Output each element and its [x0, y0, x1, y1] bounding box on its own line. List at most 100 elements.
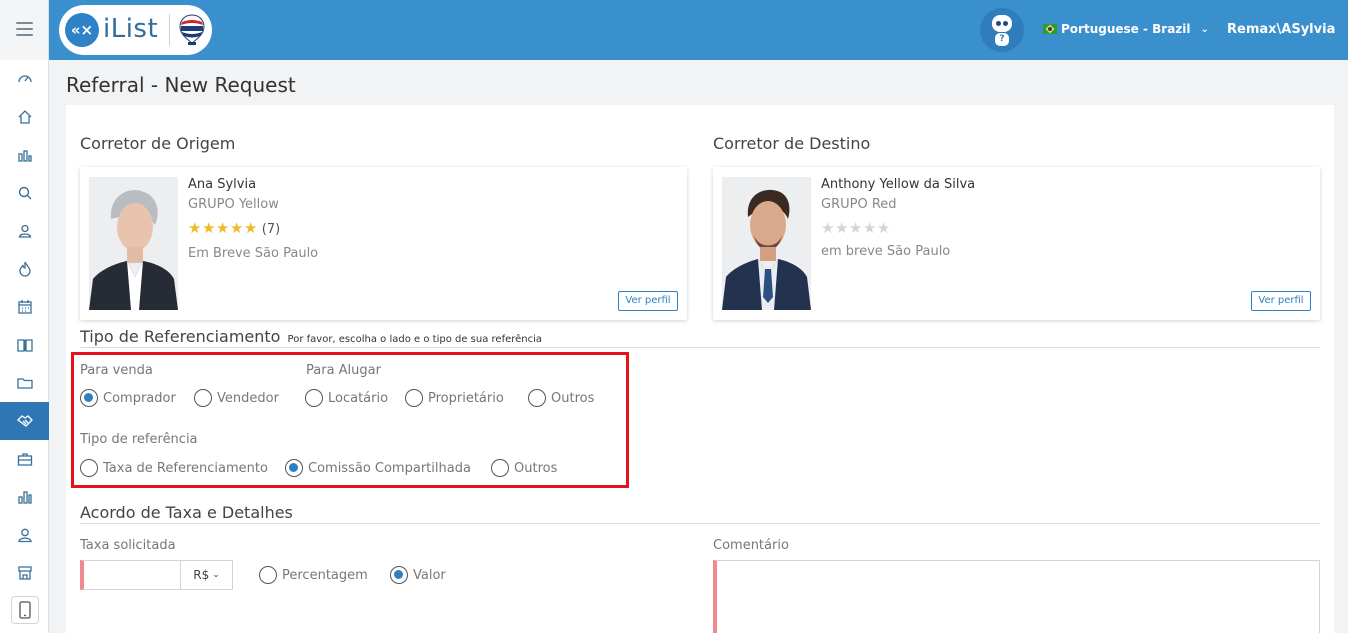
origin-agent-location: Em Breve São Paulo [188, 246, 319, 261]
star-icon: ★ [188, 219, 202, 237]
radio-dot [305, 389, 323, 407]
radio-vendedor[interactable]: Vendedor [194, 389, 279, 407]
origin-section-title: Corretor de Origem [80, 134, 236, 153]
radio-label: Taxa de Referenciamento [103, 460, 268, 476]
destination-agent-location: em breve São Paulo [821, 244, 951, 259]
radio-dot [390, 566, 408, 584]
star-icon: ★ [243, 219, 258, 237]
comment-label: Comentário [713, 538, 789, 553]
sidebar-item-files[interactable] [0, 364, 49, 402]
comment-textarea[interactable] [713, 560, 1320, 633]
destination-agent-rating: ★★★★★ [821, 219, 891, 237]
hamburger-icon [16, 22, 33, 40]
radio-comissao-compartilhada[interactable]: Comissão Compartilhada [285, 459, 471, 477]
sidebar-item-profile[interactable] [0, 516, 49, 554]
sidebar-item-contacts[interactable] [0, 212, 49, 250]
star-icon: ★ [848, 219, 863, 237]
user-icon [17, 528, 32, 543]
handshake-icon [16, 415, 33, 427]
destination-view-profile-button[interactable]: Ver perfil [1251, 291, 1311, 311]
referral-kind-label: Tipo de referência [80, 432, 198, 447]
destination-agent-photo [722, 177, 811, 310]
referral-type-title: Tipo de Referenciamento [80, 327, 281, 346]
requested-fee-label: Taxa solicitada [80, 538, 176, 553]
radio-locatario[interactable]: Locatário [305, 389, 388, 407]
radio-dot [405, 389, 423, 407]
radio-valor[interactable]: Valor [390, 566, 446, 584]
divider [80, 523, 1320, 524]
sidebar-item-home[interactable] [0, 98, 49, 136]
radio-label: Vendedor [217, 390, 279, 406]
radio-outros-side[interactable]: Outros [528, 389, 594, 407]
radio-proprietario[interactable]: Proprietário [405, 389, 504, 407]
star-icon: ★ [876, 219, 891, 237]
robot-eye [996, 21, 1001, 26]
briefcase-icon [17, 453, 32, 466]
sidebar-item-stats[interactable] [0, 478, 49, 516]
origin-agent-card: Ana Sylvia GRUPO Yellow ★★★★★ (7) Em Brev… [80, 167, 687, 320]
radio-label: Comissão Compartilhada [308, 460, 471, 476]
requested-fee-input[interactable] [80, 560, 181, 590]
sidebar-item-library[interactable] [0, 326, 49, 364]
sidebar [0, 60, 49, 633]
home-icon [18, 110, 31, 124]
radio-label: Outros [551, 390, 595, 406]
sidebar-item-leads[interactable] [0, 250, 49, 288]
menu-toggle[interactable] [0, 0, 49, 60]
sidebar-item-referrals[interactable] [0, 402, 49, 440]
sidebar-item-reports[interactable] [0, 136, 49, 174]
ilist-logo-icon: «× [65, 13, 99, 47]
origin-agent-group: GRUPO Yellow [188, 197, 279, 212]
radio-dot [528, 389, 546, 407]
star-icon: ★ [201, 219, 216, 237]
radio-label: Locatário [328, 390, 389, 406]
currency-select[interactable]: R$ ⌄ [181, 560, 233, 590]
mobile-app-button[interactable] [11, 596, 39, 624]
sidebar-item-store[interactable] [0, 554, 49, 592]
logo-divider [169, 14, 170, 46]
mobile-icon [19, 601, 31, 619]
radio-label: Comprador [103, 390, 176, 406]
radio-label: Proprietário [428, 390, 504, 406]
top-bar: «× iList ? Portuguese - Brazil ⌄ Remax\A… [0, 0, 1348, 60]
book-icon [16, 339, 33, 352]
radio-dot [259, 566, 277, 584]
origin-agent-name: Ana Sylvia [188, 177, 257, 192]
radio-percentagem[interactable]: Percentagem [259, 566, 368, 584]
radio-comprador[interactable]: Comprador [80, 389, 176, 407]
currency-value: R$ [193, 568, 210, 582]
contacts-icon [18, 224, 31, 238]
sidebar-item-business[interactable] [0, 440, 49, 478]
divider [80, 347, 1320, 348]
chevron-down-icon: ⌄ [1200, 23, 1209, 35]
store-icon [17, 566, 32, 580]
robot-eye [1003, 21, 1008, 26]
bar-chart-icon [17, 150, 32, 162]
origin-view-profile-button[interactable]: Ver perfil [618, 291, 678, 311]
referral-type-heading: Tipo de Referenciamento Por favor, escol… [80, 327, 542, 346]
radio-label: Percentagem [282, 567, 368, 583]
destination-agent-name: Anthony Yellow da Silva [821, 177, 976, 192]
woman-portrait-icon [89, 177, 178, 310]
language-selector[interactable]: Portuguese - Brazil ⌄ [1043, 22, 1209, 36]
radio-taxa-referenciamento[interactable]: Taxa de Referenciamento [80, 459, 268, 477]
assistant-robot-button[interactable]: ? [980, 8, 1024, 52]
remax-balloon-icon [179, 14, 205, 45]
user-menu[interactable]: Remax\ASylvia [1227, 22, 1335, 37]
chevron-down-icon: ⌄ [212, 570, 220, 580]
help-badge: ? [995, 33, 1009, 46]
star-icon: ★ [821, 219, 835, 237]
dashboard-icon [17, 75, 32, 83]
radio-label: Valor [413, 567, 446, 583]
origin-agent-rating: ★★★★★ (7) [188, 219, 280, 237]
for-rent-label: Para Alugar [306, 363, 381, 378]
destination-agent-card: Anthony Yellow da Silva GRUPO Red ★★★★★ … [713, 167, 1320, 320]
app-logo[interactable]: «× iList [59, 5, 212, 55]
robot-icon [992, 15, 1012, 32]
radio-dot [80, 389, 98, 407]
sidebar-item-calendar[interactable] [0, 288, 49, 326]
radio-outros-kind[interactable]: Outros [491, 459, 557, 477]
sidebar-item-dashboard[interactable] [0, 60, 49, 98]
radio-dot [491, 459, 509, 477]
sidebar-item-search[interactable] [0, 174, 49, 212]
